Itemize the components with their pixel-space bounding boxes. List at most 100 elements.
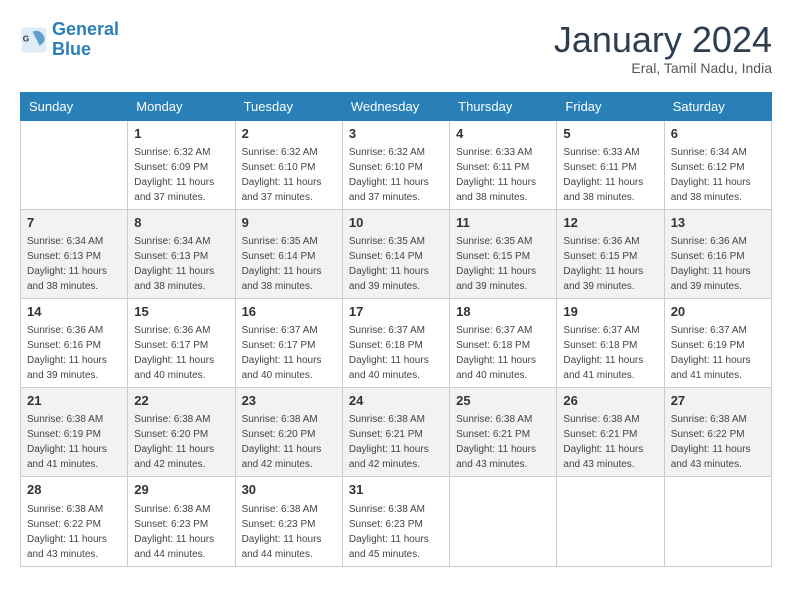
- calendar-cell: [450, 477, 557, 566]
- day-number: 27: [671, 392, 765, 410]
- day-number: 12: [563, 214, 657, 232]
- header-monday: Monday: [128, 92, 235, 120]
- calendar-cell: 12 Sunrise: 6:36 AMSunset: 6:15 PMDayligh…: [557, 209, 664, 298]
- day-number: 24: [349, 392, 443, 410]
- day-info: Sunrise: 6:38 AMSunset: 6:21 PMDaylight:…: [349, 412, 443, 472]
- day-info: Sunrise: 6:35 AMSunset: 6:15 PMDaylight:…: [456, 234, 550, 294]
- day-info: Sunrise: 6:34 AMSunset: 6:12 PMDaylight:…: [671, 145, 765, 205]
- day-info: Sunrise: 6:32 AMSunset: 6:10 PMDaylight:…: [349, 145, 443, 205]
- calendar-cell: 2 Sunrise: 6:32 AMSunset: 6:10 PMDaylight…: [235, 120, 342, 209]
- location-subtitle: Eral, Tamil Nadu, India: [554, 60, 772, 76]
- calendar-cell: 26 Sunrise: 6:38 AMSunset: 6:21 PMDayligh…: [557, 388, 664, 477]
- day-info: Sunrise: 6:38 AMSunset: 6:23 PMDaylight:…: [242, 502, 336, 562]
- calendar-cell: 10 Sunrise: 6:35 AMSunset: 6:14 PMDayligh…: [342, 209, 449, 298]
- day-number: 13: [671, 214, 765, 232]
- calendar-cell: 4 Sunrise: 6:33 AMSunset: 6:11 PMDaylight…: [450, 120, 557, 209]
- day-number: 20: [671, 303, 765, 321]
- header-saturday: Saturday: [664, 92, 771, 120]
- month-title: January 2024: [554, 20, 772, 60]
- day-info: Sunrise: 6:37 AMSunset: 6:19 PMDaylight:…: [671, 323, 765, 383]
- calendar-cell: [557, 477, 664, 566]
- day-info: Sunrise: 6:36 AMSunset: 6:16 PMDaylight:…: [671, 234, 765, 294]
- logo-text: General Blue: [52, 20, 119, 60]
- calendar-cell: 28 Sunrise: 6:38 AMSunset: 6:22 PMDayligh…: [21, 477, 128, 566]
- day-info: Sunrise: 6:38 AMSunset: 6:21 PMDaylight:…: [563, 412, 657, 472]
- day-info: Sunrise: 6:38 AMSunset: 6:20 PMDaylight:…: [242, 412, 336, 472]
- day-info: Sunrise: 6:33 AMSunset: 6:11 PMDaylight:…: [456, 145, 550, 205]
- day-number: 26: [563, 392, 657, 410]
- day-number: 5: [563, 125, 657, 143]
- calendar-cell: 20 Sunrise: 6:37 AMSunset: 6:19 PMDayligh…: [664, 298, 771, 387]
- calendar-cell: 27 Sunrise: 6:38 AMSunset: 6:22 PMDayligh…: [664, 388, 771, 477]
- day-number: 4: [456, 125, 550, 143]
- calendar-table: SundayMondayTuesdayWednesdayThursdayFrid…: [20, 92, 772, 567]
- calendar-cell: 9Sunrise: 6:35 AMSunset: 6:14 PMDaylight…: [235, 209, 342, 298]
- day-info: Sunrise: 6:38 AMSunset: 6:22 PMDaylight:…: [671, 412, 765, 472]
- day-info: Sunrise: 6:35 AMSunset: 6:14 PMDaylight:…: [349, 234, 443, 294]
- calendar-cell: 14 Sunrise: 6:36 AMSunset: 6:16 PMDayligh…: [21, 298, 128, 387]
- day-number: 6: [671, 125, 765, 143]
- header-wednesday: Wednesday: [342, 92, 449, 120]
- calendar-cell: 19 Sunrise: 6:37 AMSunset: 6:18 PMDayligh…: [557, 298, 664, 387]
- calendar-cell: 16 Sunrise: 6:37 AMSunset: 6:17 PMDayligh…: [235, 298, 342, 387]
- day-info: Sunrise: 6:37 AMSunset: 6:18 PMDaylight:…: [563, 323, 657, 383]
- day-info: Sunrise: 6:38 AMSunset: 6:23 PMDaylight:…: [349, 502, 443, 562]
- day-info: Sunrise: 6:36 AMSunset: 6:16 PMDaylight:…: [27, 323, 121, 383]
- day-number: 21: [27, 392, 121, 410]
- calendar-cell: 25 Sunrise: 6:38 AMSunset: 6:21 PMDayligh…: [450, 388, 557, 477]
- day-info: Sunrise: 6:38 AMSunset: 6:21 PMDaylight:…: [456, 412, 550, 472]
- header-sunday: Sunday: [21, 92, 128, 120]
- calendar-cell: 6 Sunrise: 6:34 AMSunset: 6:12 PMDaylight…: [664, 120, 771, 209]
- day-info: Sunrise: 6:34 AMSunset: 6:13 PMDaylight:…: [27, 234, 121, 294]
- calendar-cell: [664, 477, 771, 566]
- day-number: 2: [242, 125, 336, 143]
- day-number: 22: [134, 392, 228, 410]
- day-info: Sunrise: 6:38 AMSunset: 6:22 PMDaylight:…: [27, 502, 121, 562]
- day-number: 30: [242, 481, 336, 499]
- calendar-cell: 23 Sunrise: 6:38 AMSunset: 6:20 PMDayligh…: [235, 388, 342, 477]
- calendar-cell: 3 Sunrise: 6:32 AMSunset: 6:10 PMDaylight…: [342, 120, 449, 209]
- day-info: Sunrise: 6:32 AMSunset: 6:09 PMDaylight:…: [134, 145, 228, 205]
- calendar-cell: 29 Sunrise: 6:38 AMSunset: 6:23 PMDayligh…: [128, 477, 235, 566]
- title-area: January 2024 Eral, Tamil Nadu, India: [554, 20, 772, 76]
- calendar-week-1: 1Sunrise: 6:32 AMSunset: 6:09 PMDaylight…: [21, 120, 772, 209]
- calendar-cell: 17 Sunrise: 6:37 AMSunset: 6:18 PMDayligh…: [342, 298, 449, 387]
- calendar-cell: 18 Sunrise: 6:37 AMSunset: 6:18 PMDayligh…: [450, 298, 557, 387]
- day-info: Sunrise: 6:33 AMSunset: 6:11 PMDaylight:…: [563, 145, 657, 205]
- day-info: Sunrise: 6:34 AMSunset: 6:13 PMDaylight:…: [134, 234, 228, 294]
- day-number: 17: [349, 303, 443, 321]
- calendar-cell: 7Sunrise: 6:34 AMSunset: 6:13 PMDaylight…: [21, 209, 128, 298]
- day-number: 11: [456, 214, 550, 232]
- day-number: 14: [27, 303, 121, 321]
- day-info: Sunrise: 6:37 AMSunset: 6:18 PMDaylight:…: [456, 323, 550, 383]
- day-number: 3: [349, 125, 443, 143]
- page-header: G General Blue January 2024 Eral, Tamil …: [20, 20, 772, 76]
- calendar-cell: 8Sunrise: 6:34 AMSunset: 6:13 PMDaylight…: [128, 209, 235, 298]
- day-number: 23: [242, 392, 336, 410]
- day-info: Sunrise: 6:37 AMSunset: 6:17 PMDaylight:…: [242, 323, 336, 383]
- calendar-cell: 1Sunrise: 6:32 AMSunset: 6:09 PMDaylight…: [128, 120, 235, 209]
- day-number: 25: [456, 392, 550, 410]
- calendar-cell: 30 Sunrise: 6:38 AMSunset: 6:23 PMDayligh…: [235, 477, 342, 566]
- day-number: 19: [563, 303, 657, 321]
- calendar-cell: 15Sunrise: 6:36 AMSunset: 6:17 PMDayligh…: [128, 298, 235, 387]
- calendar-cell: 11 Sunrise: 6:35 AMSunset: 6:15 PMDayligh…: [450, 209, 557, 298]
- calendar-cell: 5 Sunrise: 6:33 AMSunset: 6:11 PMDaylight…: [557, 120, 664, 209]
- day-number: 28: [27, 481, 121, 499]
- day-info: Sunrise: 6:36 AMSunset: 6:15 PMDaylight:…: [563, 234, 657, 294]
- calendar-cell: 31 Sunrise: 6:38 AMSunset: 6:23 PMDayligh…: [342, 477, 449, 566]
- logo: G General Blue: [20, 20, 119, 60]
- day-info: Sunrise: 6:37 AMSunset: 6:18 PMDaylight:…: [349, 323, 443, 383]
- calendar-week-5: 28 Sunrise: 6:38 AMSunset: 6:22 PMDayligh…: [21, 477, 772, 566]
- day-number: 10: [349, 214, 443, 232]
- header-thursday: Thursday: [450, 92, 557, 120]
- day-number: 16: [242, 303, 336, 321]
- day-number: 29: [134, 481, 228, 499]
- day-info: Sunrise: 6:32 AMSunset: 6:10 PMDaylight:…: [242, 145, 336, 205]
- day-number: 31: [349, 481, 443, 499]
- calendar-cell: 22Sunrise: 6:38 AMSunset: 6:20 PMDayligh…: [128, 388, 235, 477]
- day-info: Sunrise: 6:38 AMSunset: 6:23 PMDaylight:…: [134, 502, 228, 562]
- day-number: 18: [456, 303, 550, 321]
- calendar-week-4: 21Sunrise: 6:38 AMSunset: 6:19 PMDayligh…: [21, 388, 772, 477]
- day-number: 15: [134, 303, 228, 321]
